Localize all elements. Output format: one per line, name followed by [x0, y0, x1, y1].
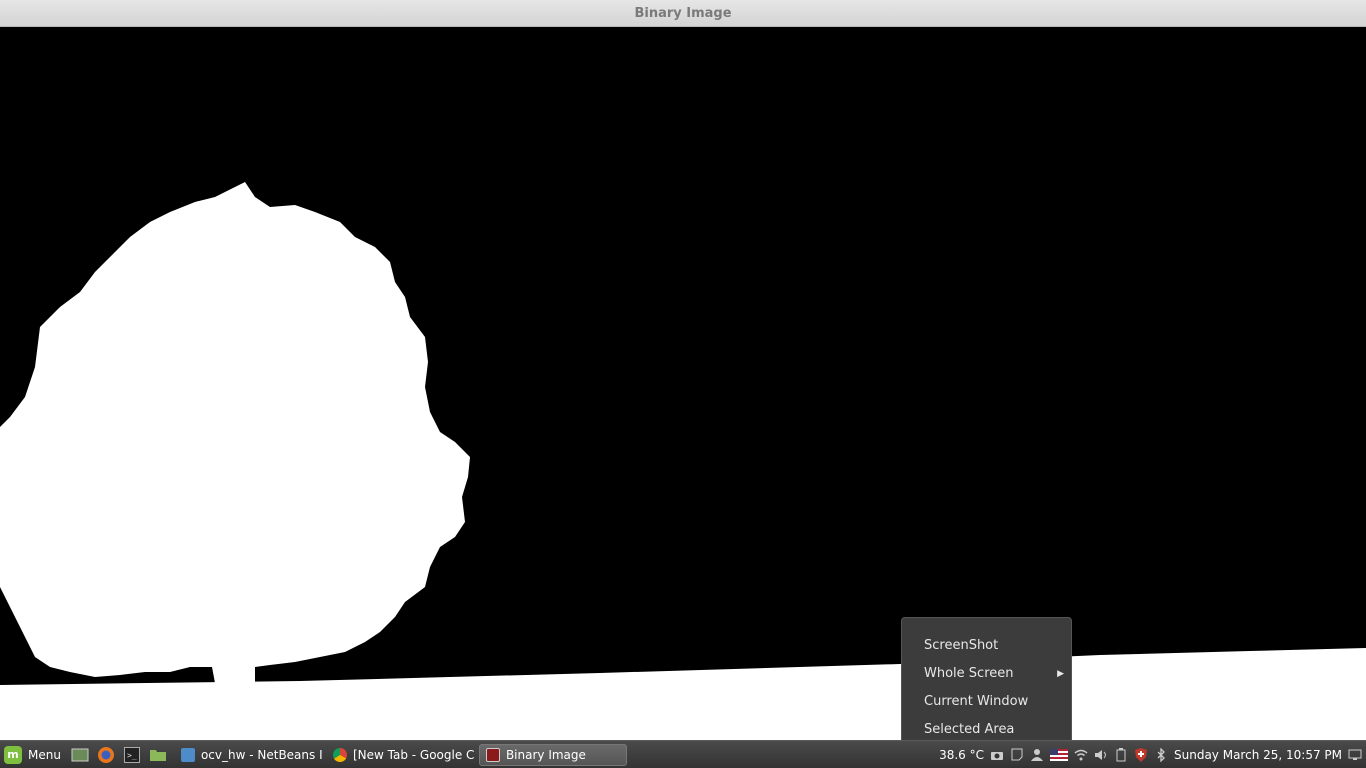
update-manager-shield-icon[interactable]	[1134, 747, 1148, 762]
workspace-switcher-icon[interactable]	[1348, 748, 1362, 762]
taskbar-window-chrome[interactable]: [New Tab - Google C...	[327, 744, 475, 766]
volume-icon[interactable]	[1094, 748, 1108, 762]
show-desktop-icon[interactable]	[70, 745, 90, 765]
menu-label: Menu	[28, 747, 61, 762]
screenshot-menu-header: ScreenShot	[924, 638, 999, 653]
window-titlebar[interactable]: Binary Image	[0, 0, 1366, 27]
taskbar-window-netbeans[interactable]: ocv_hw - NetBeans I...	[175, 744, 323, 766]
svg-text:>_: >_	[127, 751, 137, 760]
clock[interactable]: Sunday March 25, 10:57 PM	[1174, 748, 1342, 762]
taskbar-window-label: ocv_hw - NetBeans I...	[200, 747, 323, 762]
taskbar-window-label: Binary Image	[505, 747, 586, 762]
screenshot-applet-icon[interactable]	[990, 748, 1004, 762]
system-tray: 38.6 °C Sunday March 25, 10:57 PM	[939, 741, 1366, 768]
notes-icon[interactable]	[1010, 748, 1024, 762]
bluetooth-icon[interactable]	[1154, 747, 1168, 762]
window-title: Binary Image	[634, 5, 732, 21]
binary-image-canvas	[0, 27, 1366, 740]
menu-item-current-window[interactable]: Current Window	[924, 691, 1064, 713]
mint-logo-icon: m	[4, 745, 22, 764]
chrome-icon	[332, 747, 347, 762]
menu-button[interactable]: m Menu	[0, 741, 67, 768]
tree-silhouette	[0, 182, 470, 683]
files-icon[interactable]	[148, 745, 168, 765]
battery-icon[interactable]	[1114, 747, 1128, 762]
menu-item-whole-screen[interactable]: Whole Screen ▶	[924, 663, 1064, 685]
firefox-icon[interactable]	[96, 745, 116, 765]
keyboard-layout-us-flag-icon[interactable]	[1050, 748, 1068, 762]
netbeans-icon	[180, 747, 195, 762]
wifi-icon[interactable]	[1074, 748, 1088, 762]
submenu-arrow-icon: ▶	[1057, 669, 1064, 679]
opencv-window-icon	[485, 747, 500, 762]
menu-item-selected-area[interactable]: Selected Area	[924, 719, 1064, 741]
menu-item-whole-screen-label: Whole Screen	[924, 666, 1014, 681]
temperature-readout[interactable]: 38.6 °C	[939, 748, 984, 762]
user-icon[interactable]	[1030, 748, 1044, 762]
terminal-icon[interactable]: >_	[122, 745, 142, 765]
taskbar-window-binary-image[interactable]: Binary Image	[478, 743, 627, 766]
screenshot-popup-menu: ScreenShot Whole Screen ▶ Current Window…	[901, 617, 1072, 740]
taskbar: m Menu >_ ocv_hw - NetBeans I... [New Ta…	[0, 740, 1366, 768]
taskbar-window-label: [New Tab - Google C...	[352, 747, 475, 762]
binary-image	[0, 182, 1366, 740]
